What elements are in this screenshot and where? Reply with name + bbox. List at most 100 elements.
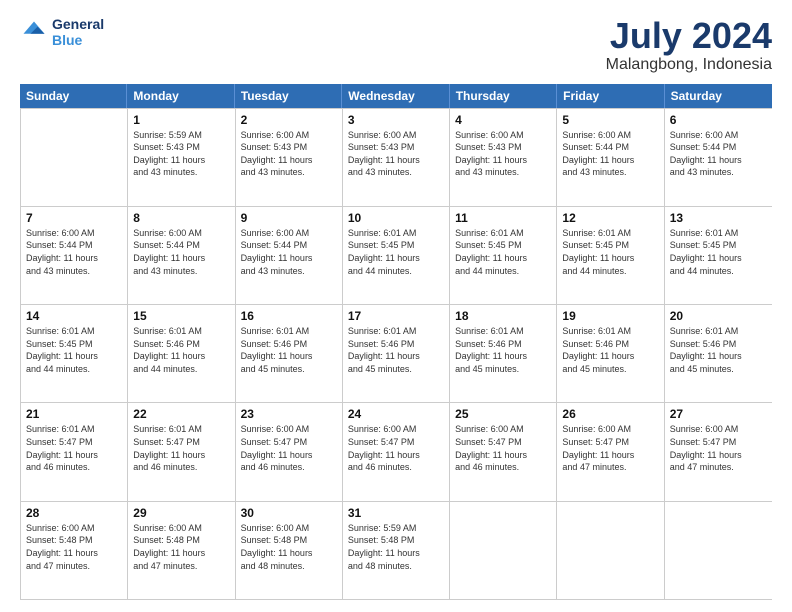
day-info: Sunrise: 6:00 AM Sunset: 5:44 PM Dayligh… [670, 129, 767, 179]
cal-cell: 5Sunrise: 6:00 AM Sunset: 5:44 PM Daylig… [557, 109, 664, 206]
logo: General Blue [20, 16, 104, 48]
day-number: 1 [133, 113, 229, 127]
cal-cell: 16 Sunrise: 6:01 AM Sunset: 5:46 PM Dayli… [236, 305, 343, 402]
calendar: SundayMondayTuesdayWednesdayThursdayFrid… [20, 84, 772, 600]
day-number: 30 [241, 506, 337, 520]
cal-cell: 13 Sunrise: 6:01 AM Sunset: 5:45 PM Dayli… [665, 207, 772, 304]
day-info: Sunrise: 6:01 AM Sunset: 5:45 PM Dayligh… [670, 227, 767, 277]
cal-cell: 1 Sunrise: 5:59 AM Sunset: 5:43 PM Daylig… [128, 109, 235, 206]
header-day-thursday: Thursday [450, 84, 557, 108]
day-number: 13 [670, 211, 767, 225]
calendar-body: 1 Sunrise: 5:59 AM Sunset: 5:43 PM Daylig… [20, 108, 772, 600]
day-info: Sunrise: 6:01 AM Sunset: 5:45 PM Dayligh… [348, 227, 444, 277]
day-info: Sunrise: 5:59 AM Sunset: 5:48 PM Dayligh… [348, 522, 444, 572]
main-title: July 2024 [606, 16, 772, 56]
day-info: Sunrise: 6:00 AM Sunset: 5:43 PM Dayligh… [241, 129, 337, 179]
header-day-monday: Monday [127, 84, 234, 108]
day-info: Sunrise: 6:00 AM Sunset: 5:48 PM Dayligh… [26, 522, 122, 572]
day-info: Sunrise: 6:01 AM Sunset: 5:45 PM Dayligh… [562, 227, 658, 277]
cal-cell: 26 Sunrise: 6:00 AM Sunset: 5:47 PM Dayli… [557, 403, 664, 500]
cal-cell: 20Sunrise: 6:01 AM Sunset: 5:46 PM Dayli… [665, 305, 772, 402]
cal-cell [450, 502, 557, 599]
day-number: 10 [348, 211, 444, 225]
day-info: Sunrise: 6:01 AM Sunset: 5:47 PM Dayligh… [26, 423, 122, 473]
cal-cell: 4Sunrise: 6:00 AM Sunset: 5:43 PM Daylig… [450, 109, 557, 206]
cal-cell: 2 Sunrise: 6:00 AM Sunset: 5:43 PM Daylig… [236, 109, 343, 206]
cal-cell: 23 Sunrise: 6:00 AM Sunset: 5:47 PM Dayli… [236, 403, 343, 500]
cal-cell: 7 Sunrise: 6:00 AM Sunset: 5:44 PM Daylig… [21, 207, 128, 304]
header-day-sunday: Sunday [20, 84, 127, 108]
day-info: Sunrise: 6:01 AM Sunset: 5:46 PM Dayligh… [455, 325, 551, 375]
cal-cell: 14Sunrise: 6:01 AM Sunset: 5:45 PM Dayli… [21, 305, 128, 402]
day-number: 27 [670, 407, 767, 421]
cal-cell: 10 Sunrise: 6:01 AM Sunset: 5:45 PM Dayli… [343, 207, 450, 304]
day-number: 19 [562, 309, 658, 323]
day-info: Sunrise: 6:00 AM Sunset: 5:44 PM Dayligh… [133, 227, 229, 277]
cal-cell: 21 Sunrise: 6:01 AM Sunset: 5:47 PM Dayli… [21, 403, 128, 500]
day-number: 6 [670, 113, 767, 127]
day-number: 24 [348, 407, 444, 421]
header-day-friday: Friday [557, 84, 664, 108]
day-info: Sunrise: 6:00 AM Sunset: 5:47 PM Dayligh… [670, 423, 767, 473]
day-info: Sunrise: 6:00 AM Sunset: 5:47 PM Dayligh… [562, 423, 658, 473]
day-info: Sunrise: 6:01 AM Sunset: 5:46 PM Dayligh… [241, 325, 337, 375]
day-info: Sunrise: 6:00 AM Sunset: 5:47 PM Dayligh… [241, 423, 337, 473]
day-number: 25 [455, 407, 551, 421]
day-number: 22 [133, 407, 229, 421]
cal-cell: 8Sunrise: 6:00 AM Sunset: 5:44 PM Daylig… [128, 207, 235, 304]
header-day-wednesday: Wednesday [342, 84, 449, 108]
day-info: Sunrise: 6:01 AM Sunset: 5:46 PM Dayligh… [670, 325, 767, 375]
day-info: Sunrise: 6:01 AM Sunset: 5:46 PM Dayligh… [562, 325, 658, 375]
week-row-4: 21 Sunrise: 6:01 AM Sunset: 5:47 PM Dayli… [21, 402, 772, 500]
day-info: Sunrise: 6:00 AM Sunset: 5:48 PM Dayligh… [133, 522, 229, 572]
day-number: 15 [133, 309, 229, 323]
day-info: Sunrise: 6:00 AM Sunset: 5:47 PM Dayligh… [455, 423, 551, 473]
day-info: Sunrise: 6:01 AM Sunset: 5:46 PM Dayligh… [348, 325, 444, 375]
logo-text: General Blue [52, 16, 104, 48]
cal-cell: 18 Sunrise: 6:01 AM Sunset: 5:46 PM Dayli… [450, 305, 557, 402]
cal-cell: 12 Sunrise: 6:01 AM Sunset: 5:45 PM Dayli… [557, 207, 664, 304]
day-number: 16 [241, 309, 337, 323]
cal-cell: 22Sunrise: 6:01 AM Sunset: 5:47 PM Dayli… [128, 403, 235, 500]
day-info: Sunrise: 5:59 AM Sunset: 5:43 PM Dayligh… [133, 129, 229, 179]
day-info: Sunrise: 6:00 AM Sunset: 5:44 PM Dayligh… [26, 227, 122, 277]
day-info: Sunrise: 6:00 AM Sunset: 5:43 PM Dayligh… [455, 129, 551, 179]
day-number: 7 [26, 211, 122, 225]
day-number: 18 [455, 309, 551, 323]
title-block: July 2024 Malangbong, Indonesia [606, 16, 772, 74]
cal-cell: 28 Sunrise: 6:00 AM Sunset: 5:48 PM Dayli… [21, 502, 128, 599]
cal-cell: 24Sunrise: 6:00 AM Sunset: 5:47 PM Dayli… [343, 403, 450, 500]
cal-cell: 17 Sunrise: 6:01 AM Sunset: 5:46 PM Dayli… [343, 305, 450, 402]
cal-cell: 25 Sunrise: 6:00 AM Sunset: 5:47 PM Dayli… [450, 403, 557, 500]
cal-cell: 11 Sunrise: 6:01 AM Sunset: 5:45 PM Dayli… [450, 207, 557, 304]
day-number: 28 [26, 506, 122, 520]
day-number: 23 [241, 407, 337, 421]
cal-cell: 6 Sunrise: 6:00 AM Sunset: 5:44 PM Daylig… [665, 109, 772, 206]
cal-cell: 31 Sunrise: 5:59 AM Sunset: 5:48 PM Dayli… [343, 502, 450, 599]
day-number: 31 [348, 506, 444, 520]
day-number: 12 [562, 211, 658, 225]
logo-icon [20, 18, 48, 46]
cal-cell: 15Sunrise: 6:01 AM Sunset: 5:46 PM Dayli… [128, 305, 235, 402]
day-number: 9 [241, 211, 337, 225]
cal-cell: 19 Sunrise: 6:01 AM Sunset: 5:46 PM Dayli… [557, 305, 664, 402]
cal-cell: 9 Sunrise: 6:00 AM Sunset: 5:44 PM Daylig… [236, 207, 343, 304]
subtitle: Malangbong, Indonesia [606, 56, 772, 74]
cal-cell: 27 Sunrise: 6:00 AM Sunset: 5:47 PM Dayli… [665, 403, 772, 500]
week-row-2: 7 Sunrise: 6:00 AM Sunset: 5:44 PM Daylig… [21, 206, 772, 304]
day-number: 17 [348, 309, 444, 323]
day-number: 21 [26, 407, 122, 421]
cal-cell: 3Sunrise: 6:00 AM Sunset: 5:43 PM Daylig… [343, 109, 450, 206]
day-number: 11 [455, 211, 551, 225]
week-row-5: 28 Sunrise: 6:00 AM Sunset: 5:48 PM Dayli… [21, 501, 772, 599]
cal-cell [665, 502, 772, 599]
day-number: 26 [562, 407, 658, 421]
cal-cell [21, 109, 128, 206]
header: General Blue July 2024 Malangbong, Indon… [20, 16, 772, 74]
day-info: Sunrise: 6:01 AM Sunset: 5:45 PM Dayligh… [455, 227, 551, 277]
cal-cell: 29Sunrise: 6:00 AM Sunset: 5:48 PM Dayli… [128, 502, 235, 599]
day-number: 3 [348, 113, 444, 127]
day-number: 2 [241, 113, 337, 127]
page: General Blue July 2024 Malangbong, Indon… [0, 0, 792, 612]
day-info: Sunrise: 6:00 AM Sunset: 5:44 PM Dayligh… [241, 227, 337, 277]
